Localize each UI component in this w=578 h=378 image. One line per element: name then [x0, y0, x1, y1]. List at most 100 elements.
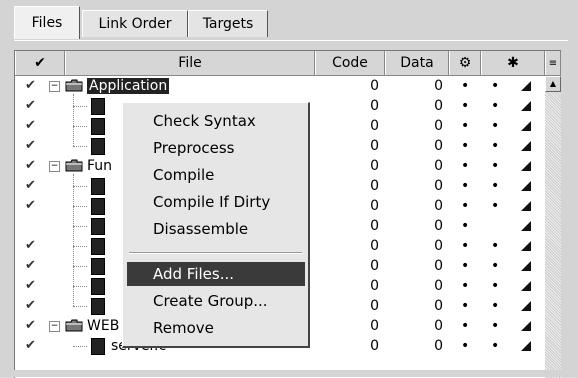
- data-size: 0: [434, 318, 443, 334]
- tab-link-order[interactable]: Link Order: [82, 10, 188, 37]
- row-check-icon[interactable]: ✔: [25, 316, 36, 336]
- folder-icon: [65, 79, 83, 92]
- debug-flag[interactable]: •: [461, 136, 469, 156]
- debug-flag[interactable]: •: [461, 116, 469, 136]
- target-flag[interactable]: •: [491, 316, 499, 336]
- row-check-icon[interactable]: ✔: [25, 76, 36, 96]
- tab-targets[interactable]: Targets: [188, 10, 268, 37]
- build-marker-icon[interactable]: [521, 216, 531, 236]
- build-marker-icon[interactable]: [521, 156, 531, 176]
- debug-flag[interactable]: •: [461, 216, 469, 236]
- group-row[interactable]: ✔ − Application 0 0 • •: [15, 76, 545, 96]
- debug-flag[interactable]: •: [461, 156, 469, 176]
- debug-flag[interactable]: •: [461, 196, 469, 216]
- column-file[interactable]: File: [65, 51, 315, 75]
- debug-flag[interactable]: •: [461, 336, 469, 356]
- tree-connector: [73, 346, 87, 347]
- row-check-icon[interactable]: ✔: [25, 256, 36, 276]
- debug-flag[interactable]: •: [461, 96, 469, 116]
- target-icon: ✱: [507, 55, 519, 71]
- target-flag[interactable]: •: [491, 96, 499, 116]
- row-check-icon[interactable]: ✔: [25, 296, 36, 316]
- debug-flag[interactable]: •: [461, 296, 469, 316]
- code-size: 0: [370, 238, 379, 254]
- tab-files[interactable]: Files: [14, 6, 80, 39]
- column-debug[interactable]: ⚙: [449, 51, 481, 75]
- group-name[interactable]: WEB: [87, 316, 119, 336]
- debug-flag[interactable]: •: [461, 236, 469, 256]
- debug-flag[interactable]: •: [461, 276, 469, 296]
- row-check-icon[interactable]: ✔: [25, 156, 36, 176]
- target-flag[interactable]: •: [491, 236, 499, 256]
- target-flag[interactable]: •: [491, 176, 499, 196]
- row-check-icon[interactable]: ✔: [25, 176, 36, 196]
- build-marker-icon[interactable]: [521, 256, 531, 276]
- debug-flag[interactable]: •: [461, 176, 469, 196]
- target-flag[interactable]: •: [491, 296, 499, 316]
- build-marker-icon[interactable]: [521, 96, 531, 116]
- tab-targets-label: Targets: [202, 16, 254, 32]
- collapse-toggle[interactable]: −: [49, 321, 60, 332]
- check-icon: ✔: [34, 55, 46, 71]
- menu-separator: [129, 252, 302, 254]
- column-data[interactable]: Data: [385, 51, 449, 75]
- target-flag[interactable]: •: [491, 76, 499, 96]
- vertical-scrollbar[interactable]: ▲: [545, 76, 561, 378]
- build-marker-icon[interactable]: [521, 276, 531, 296]
- column-check[interactable]: ✔: [15, 51, 65, 75]
- target-flag[interactable]: •: [491, 116, 499, 136]
- row-check-icon[interactable]: ✔: [25, 276, 36, 296]
- group-name[interactable]: Fun: [87, 156, 112, 176]
- target-flag[interactable]: •: [491, 156, 499, 176]
- tree-connector: [73, 126, 87, 127]
- menu-item-create-group[interactable]: Create Group...: [127, 289, 305, 313]
- code-size: 0: [370, 118, 379, 134]
- menu-item-compile-if-dirty[interactable]: Compile If Dirty: [127, 190, 305, 214]
- row-check-icon[interactable]: ✔: [25, 116, 36, 136]
- build-marker-icon[interactable]: [521, 316, 531, 336]
- row-check-icon[interactable]: ✔: [25, 136, 36, 156]
- row-check-icon[interactable]: ✔: [25, 336, 36, 356]
- group-name[interactable]: Application: [87, 76, 170, 96]
- tree-line: [73, 174, 74, 306]
- row-check-icon[interactable]: ✔: [25, 236, 36, 256]
- collapse-toggle[interactable]: −: [49, 81, 60, 92]
- menu-item-add-files[interactable]: Add Files...: [127, 262, 305, 286]
- row-check-icon[interactable]: ✔: [25, 96, 36, 116]
- file-icon: [91, 118, 105, 135]
- target-flag[interactable]: •: [491, 196, 499, 216]
- data-size: 0: [434, 138, 443, 154]
- menu-item-disassemble[interactable]: Disassemble: [127, 217, 305, 241]
- column-sort[interactable]: ≡: [545, 51, 561, 75]
- column-data-label: Data: [400, 55, 434, 71]
- menu-item-compile[interactable]: Compile: [127, 163, 305, 187]
- scroll-up-button[interactable]: ▲: [545, 76, 561, 92]
- build-marker-icon[interactable]: [521, 116, 531, 136]
- target-flag[interactable]: •: [491, 256, 499, 276]
- data-size: 0: [434, 98, 443, 114]
- sort-icon: ≡: [548, 57, 558, 69]
- target-flag[interactable]: •: [491, 136, 499, 156]
- column-target[interactable]: ✱: [481, 51, 545, 75]
- row-check-icon[interactable]: ✔: [25, 196, 36, 216]
- build-marker-icon[interactable]: [521, 336, 531, 356]
- menu-item-check-syntax[interactable]: Check Syntax: [127, 109, 305, 133]
- target-flag[interactable]: •: [491, 336, 499, 356]
- debug-flag[interactable]: •: [461, 76, 469, 96]
- build-marker-icon[interactable]: [521, 236, 531, 256]
- target-flag[interactable]: •: [491, 276, 499, 296]
- debug-flag[interactable]: •: [461, 256, 469, 276]
- menu-item-remove[interactable]: Remove: [127, 316, 305, 340]
- collapse-toggle[interactable]: −: [49, 161, 60, 172]
- column-code[interactable]: Code: [315, 51, 385, 75]
- menu-item-preprocess[interactable]: Preprocess: [127, 136, 305, 160]
- data-size: 0: [434, 238, 443, 254]
- build-marker-icon[interactable]: [521, 296, 531, 316]
- code-size: 0: [370, 338, 379, 354]
- debug-flag[interactable]: •: [461, 316, 469, 336]
- build-marker-icon[interactable]: [521, 76, 531, 96]
- build-marker-icon[interactable]: [521, 136, 531, 156]
- file-icon: [91, 338, 105, 355]
- build-marker-icon[interactable]: [521, 176, 531, 196]
- build-marker-icon[interactable]: [521, 196, 531, 216]
